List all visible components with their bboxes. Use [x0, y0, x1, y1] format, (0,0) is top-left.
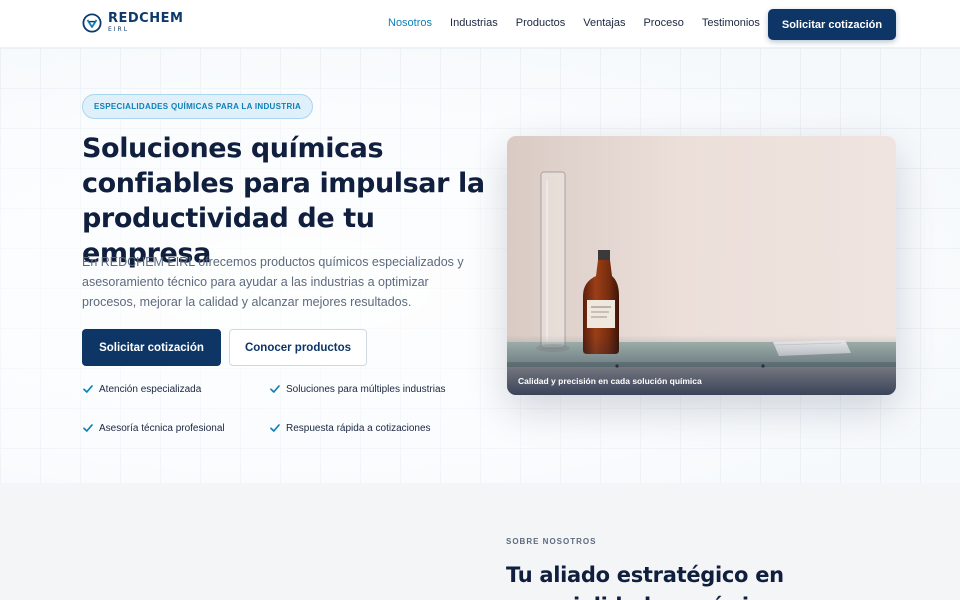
- feature-item: Atención especializada: [82, 381, 262, 398]
- nav-link-productos[interactable]: Productos: [516, 17, 566, 29]
- about-title: Tu aliado estratégico en especialidades …: [506, 563, 787, 600]
- brand-logo[interactable]: REDCHEM EIRL: [82, 12, 183, 33]
- hero-description: En REDCHEM EIRL ofrecemos productos quím…: [82, 255, 464, 309]
- hero-quote-button[interactable]: Solicitar cotización: [82, 329, 221, 366]
- feature-item: Respuesta rápida a cotizaciones: [269, 420, 449, 437]
- nav-link-proceso[interactable]: Proceso: [643, 17, 683, 29]
- nav-link-ventajas[interactable]: Ventajas: [583, 17, 625, 29]
- nav-link-industrias[interactable]: Industrias: [450, 17, 498, 29]
- feature-item: Asesoría técnica profesional: [82, 420, 262, 437]
- check-icon: [270, 385, 280, 393]
- brand-suffix: EIRL: [108, 26, 130, 33]
- main-nav: Nosotros Industrias Productos Ventajas P…: [388, 17, 778, 29]
- check-icon: [83, 385, 93, 393]
- image-caption: Calidad y precisión en cada solución quí…: [518, 376, 702, 386]
- feature-item: Soluciones para múltiples industrias: [269, 381, 449, 398]
- logo-mark-icon: [82, 12, 102, 33]
- about-section: [0, 483, 960, 600]
- header-quote-button[interactable]: Solicitar cotización: [768, 9, 896, 40]
- feature-label: Soluciones para múltiples industrias: [286, 384, 446, 395]
- lab-still-life-image: [507, 136, 896, 395]
- hero-title: Soluciones químicas confiables para impu…: [82, 133, 485, 269]
- hero-products-button[interactable]: Conocer productos: [229, 329, 367, 366]
- feature-label: Asesoría técnica profesional: [99, 423, 225, 434]
- hero-badge: ESPECIALIDADES QUÍMICAS PARA LA INDUSTRI…: [82, 94, 314, 119]
- about-eyebrow: SOBRE NOSOTROS: [506, 537, 597, 546]
- check-icon: [270, 424, 280, 432]
- nav-link-testimonios[interactable]: Testimonios: [702, 17, 760, 29]
- brand-name: REDCHEM: [108, 11, 184, 26]
- nav-link-nosotros[interactable]: Nosotros: [388, 17, 432, 29]
- feature-label: Respuesta rápida a cotizaciones: [286, 423, 431, 434]
- hero-image-card: Calidad y precisión en cada solución quí…: [507, 136, 896, 395]
- site-header: REDCHEM EIRL Nosotros Industrias Product…: [0, 0, 960, 48]
- check-icon: [83, 424, 93, 432]
- feature-label: Atención especializada: [99, 384, 202, 395]
